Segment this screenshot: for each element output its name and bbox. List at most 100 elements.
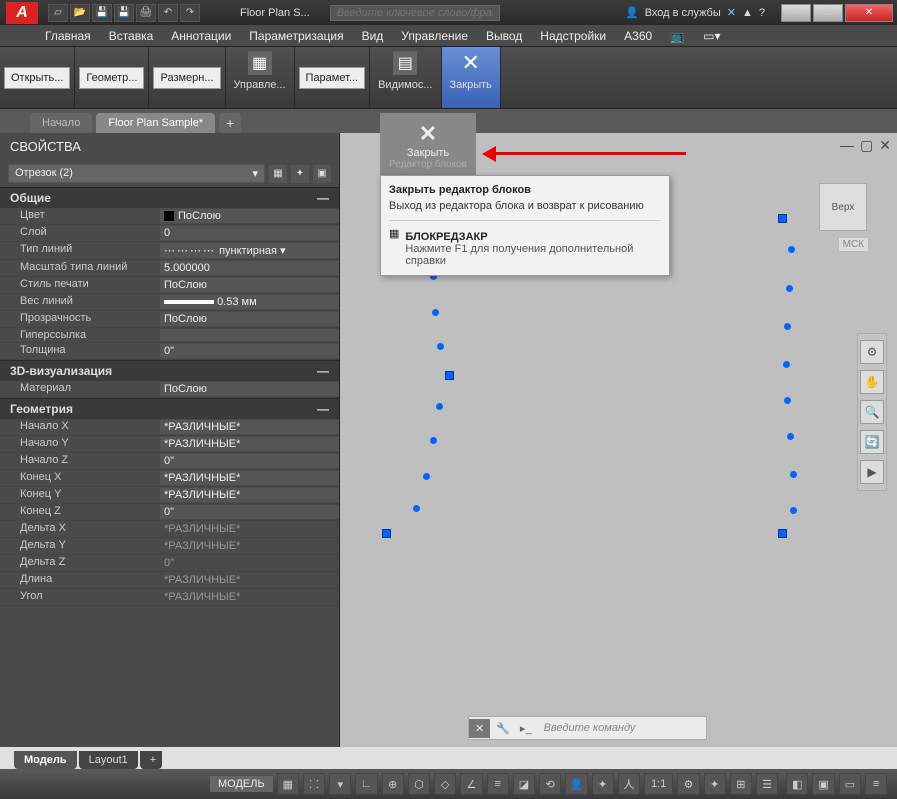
annoscale-label[interactable]: 1:1 — [644, 773, 673, 795]
doc-restore-icon[interactable]: ▢ — [860, 137, 873, 154]
status-model[interactable]: МОДЕЛЬ — [210, 776, 273, 792]
quickselect-icon[interactable]: ▦ — [269, 165, 287, 183]
tab-document[interactable]: Floor Plan Sample* — [96, 113, 215, 133]
pickadd-icon[interactable]: ✦ — [291, 165, 309, 183]
visibility-panel[interactable]: ▤ Видимос... — [370, 47, 441, 108]
monitor-icon[interactable]: ☰ — [756, 773, 778, 795]
select-icon[interactable]: ▣ — [313, 165, 331, 183]
cycle-icon[interactable]: ⟲ — [539, 773, 561, 795]
section-geometry[interactable]: Геометрия— — [0, 398, 339, 419]
section-general[interactable]: Общие— — [0, 187, 339, 208]
cmd-tool-icon[interactable]: 🔧 — [490, 722, 516, 735]
exchange-icon[interactable]: ✕ — [727, 6, 736, 19]
menu-insert[interactable]: Вставка — [109, 29, 154, 43]
infer-icon[interactable]: ▾ — [329, 773, 351, 795]
wcs-label[interactable]: МСК — [838, 237, 869, 252]
polar-icon[interactable]: ⊕ — [382, 773, 404, 795]
tab-model[interactable]: Модель — [14, 751, 77, 769]
close-dropdown[interactable]: ✕ Закрыть Редактор блоков — [380, 113, 476, 178]
command-input[interactable]: Введите команду — [536, 722, 706, 734]
showmotion-icon[interactable]: ▶ — [860, 460, 884, 484]
open-button[interactable]: Открыть... — [4, 67, 70, 89]
clean-icon[interactable]: ▭ — [839, 773, 861, 795]
qp-icon[interactable]: ▣ — [812, 773, 834, 795]
prop-lineweight-value[interactable]: 0.53 мм — [160, 295, 339, 309]
prop-ltscale-value[interactable]: 5.000000 — [160, 261, 339, 275]
undo-icon[interactable]: ↶ — [158, 4, 178, 22]
prop-linetype-value[interactable]: ⋯⋯⋯⋯ пунктирная ▾ — [160, 243, 339, 258]
menu-home[interactable]: Главная — [45, 29, 91, 43]
menu-addins[interactable]: Надстройки — [540, 29, 606, 43]
signin-icon[interactable]: 👤 — [625, 6, 639, 19]
grip[interactable] — [382, 529, 391, 538]
cloud-icon[interactable]: ▲ — [742, 7, 753, 19]
prop-plotstyle-value[interactable]: ПоСлою — [160, 278, 339, 292]
prop-starty[interactable]: *РАЗЛИЧНЫЕ* — [160, 437, 339, 451]
featured-icon[interactable]: 📺 — [670, 29, 685, 43]
manage-panel[interactable]: ▦ Управле... — [226, 47, 295, 108]
close-button[interactable]: ✕ — [845, 4, 893, 22]
prop-color-value[interactable]: ПоСлою — [160, 209, 339, 223]
menu-output[interactable]: Вывод — [486, 29, 522, 43]
doc-minimize-icon[interactable]: — — [840, 137, 854, 154]
maximize-button[interactable]: ☐ — [813, 4, 843, 22]
menu-manage[interactable]: Управление — [401, 29, 468, 43]
menu-annot[interactable]: Аннотации — [171, 29, 231, 43]
app-logo[interactable]: A — [6, 2, 38, 24]
menu-a360[interactable]: A360 — [624, 29, 652, 43]
prop-material-value[interactable]: ПоСлою — [160, 382, 339, 396]
snap-icon[interactable]: ⸬ — [303, 773, 325, 795]
orbit-icon[interactable]: 🔄 — [860, 430, 884, 454]
zoom-icon[interactable]: 🔍 — [860, 400, 884, 424]
doc-close-icon[interactable]: ✕ — [879, 137, 891, 154]
geom-button[interactable]: Геометр... — [79, 67, 144, 89]
grip[interactable] — [445, 371, 454, 380]
prop-hyperlink-value[interactable] — [160, 329, 339, 341]
save-icon[interactable]: 💾 — [92, 4, 112, 22]
prop-transparency-value[interactable]: ПоСлою — [160, 312, 339, 326]
grid-icon[interactable]: ▦ — [277, 773, 299, 795]
ribbon-min-icon[interactable]: ▭▾ — [703, 29, 720, 43]
custom-icon[interactable]: ≡ — [865, 773, 887, 795]
dyn-icon[interactable]: 👤 — [565, 773, 587, 795]
print-icon[interactable]: 🖨 — [136, 4, 156, 22]
param-button[interactable]: Парамет... — [299, 67, 366, 89]
close-editor-button[interactable]: ✕ Закрыть — [442, 47, 501, 108]
grip[interactable] — [778, 529, 787, 538]
prop-layer-value[interactable]: 0 — [160, 226, 339, 240]
menu-view[interactable]: Вид — [362, 29, 384, 43]
open-icon[interactable]: 📂 — [70, 4, 90, 22]
prop-endx[interactable]: *РАЗЛИЧНЫЕ* — [160, 471, 339, 485]
osnap-icon[interactable]: ◇ — [434, 773, 456, 795]
search-input[interactable] — [330, 5, 500, 21]
prop-startx[interactable]: *РАЗЛИЧНЫЕ* — [160, 420, 339, 434]
menu-param[interactable]: Параметризация — [249, 29, 343, 43]
otrack-icon[interactable]: ∠ — [460, 773, 482, 795]
redo-icon[interactable]: ↷ — [180, 4, 200, 22]
ws-icon[interactable]: ⊞ — [730, 773, 752, 795]
tab-start[interactable]: Начало — [30, 113, 92, 133]
fullnav-icon[interactable]: ⚙ — [860, 340, 884, 364]
dim-button[interactable]: Размерн... — [153, 67, 220, 89]
selection-dropdown[interactable]: Отрезок (2) ▾ — [8, 164, 265, 183]
cmd-close-icon[interactable]: ✕ — [469, 719, 490, 738]
signin-link[interactable]: Вход в службы — [645, 7, 721, 19]
iso-icon[interactable]: ⬡ — [408, 773, 430, 795]
grip[interactable] — [778, 214, 787, 223]
tab-add-button[interactable]: + — [219, 113, 241, 133]
prop-startz[interactable]: 0" — [160, 454, 339, 468]
lwt-icon[interactable]: ≡ — [487, 773, 509, 795]
gear-icon[interactable]: ⚙ — [677, 773, 699, 795]
viewcube[interactable]: Верх — [819, 183, 867, 231]
command-line[interactable]: ✕ 🔧 ▸_ Введите команду — [468, 716, 707, 740]
saveas-icon[interactable]: 💾 — [114, 4, 134, 22]
dducs-icon[interactable]: 人 — [618, 773, 640, 795]
section-3d[interactable]: 3D-визуализация— — [0, 360, 339, 381]
prop-thickness-value[interactable]: 0" — [160, 344, 339, 358]
prop-endz[interactable]: 0" — [160, 505, 339, 519]
tab-add-layout[interactable]: + — [140, 751, 162, 769]
tab-layout1[interactable]: Layout1 — [79, 751, 138, 769]
units-icon[interactable]: ◧ — [786, 773, 808, 795]
new-icon[interactable]: ▱ — [48, 4, 68, 22]
help-icon[interactable]: ? — [759, 7, 765, 19]
